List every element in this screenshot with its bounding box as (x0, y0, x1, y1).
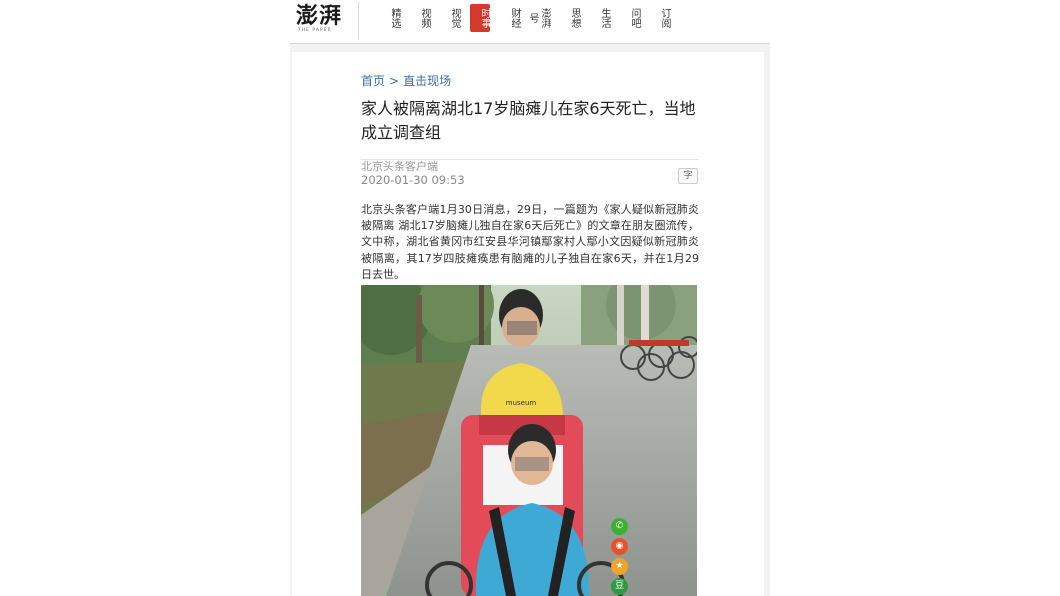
article-meta: 北京头条客户端 2020-01-30 09:53 字 (361, 159, 698, 190)
breadcrumb: 首页 > 直击现场 (361, 72, 451, 89)
weibo-icon[interactable]: ◉ (611, 538, 628, 555)
article-photo: museum (361, 285, 697, 596)
svg-text:museum: museum (506, 399, 537, 407)
divider (358, 2, 359, 40)
logo-subtext: THE PAPER (298, 28, 332, 33)
nav-item[interactable]: 视觉 (440, 4, 460, 32)
article-body: 北京头条客户端1月30日消息，29日，一篇题为《家人疑似新冠肺炎被隔离 湖北17… (361, 203, 699, 281)
qzone-icon[interactable]: ★ (611, 558, 628, 575)
nav-item[interactable]: 视频 (410, 4, 430, 32)
breadcrumb-separator: > (389, 74, 400, 88)
photo-illustration: museum (361, 285, 697, 596)
article-title: 家人被隔离湖北17岁脑瘫儿在家6天死亡，当地成立调查组 (361, 99, 696, 142)
site-logo[interactable]: 澎湃 THE PAPER (296, 3, 348, 35)
breadcrumb-home-link[interactable]: 首页 (361, 74, 385, 88)
nav-item[interactable]: 精选 (380, 4, 400, 32)
nav-item[interactable]: 时事 (470, 4, 490, 32)
article-card: 首页 > 直击现场 家人被隔离湖北17岁脑瘫儿在家6天死亡，当地成立调查组 北京头条… (292, 52, 764, 596)
douban-icon[interactable]: 豆 (611, 578, 628, 595)
wechat-icon[interactable]: ✆ (611, 518, 628, 535)
nav-item[interactable]: 财经 (500, 4, 520, 32)
article-source[interactable]: 北京头条客户端 (361, 160, 438, 173)
nav-item[interactable]: 思想 (560, 4, 580, 32)
logo-text: 澎湃 (296, 3, 343, 29)
breadcrumb-section-link[interactable]: 直击现场 (403, 74, 451, 88)
article-time: 2020-01-30 09:53 (361, 173, 465, 187)
top-nav: 澎湃 THE PAPER 精选 视频 视觉 时事 财经 澎湃号 思想 生活 问吧 订阅 (290, 0, 770, 44)
nav-item[interactable]: 问吧 (620, 4, 640, 32)
nav-item[interactable]: 订阅 (650, 4, 670, 32)
font-size-button[interactable]: 字 (678, 168, 698, 184)
nav-item[interactable]: 澎湃号 (527, 4, 550, 32)
nav-item[interactable]: 生活 (590, 4, 610, 32)
